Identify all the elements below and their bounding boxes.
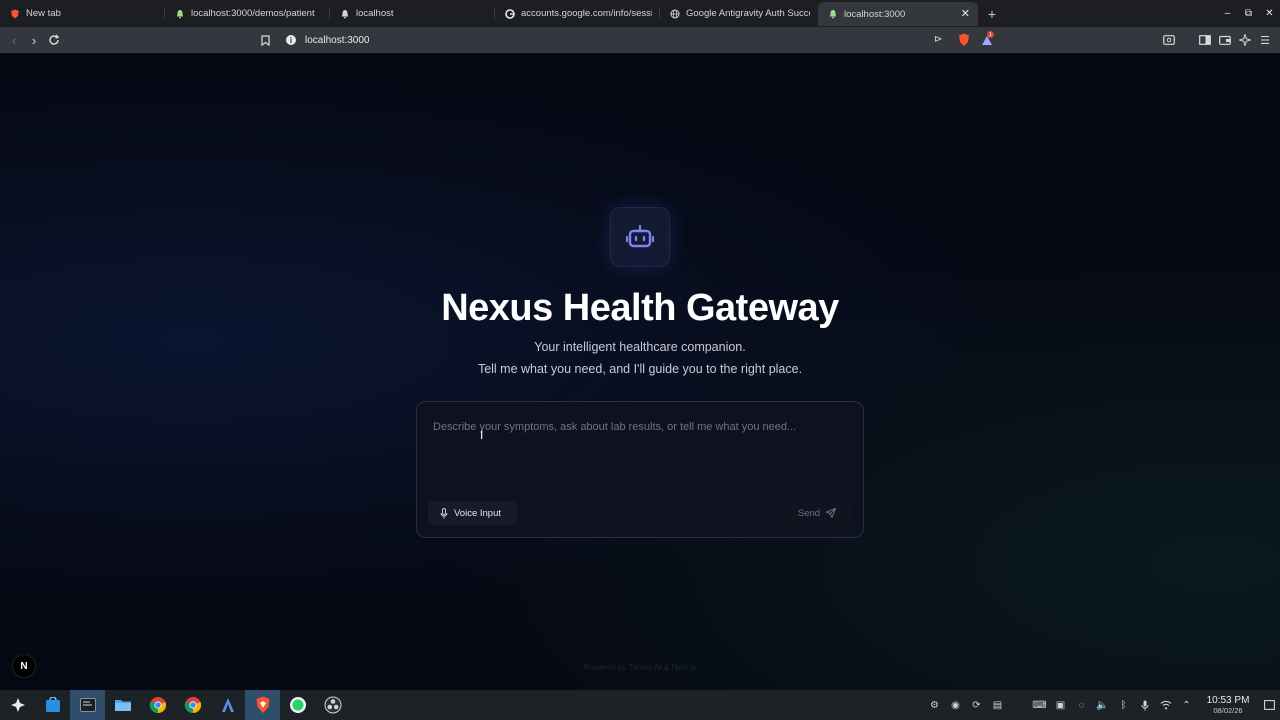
whatsapp-icon[interactable]: [280, 690, 315, 720]
wifi-icon[interactable]: [1155, 690, 1176, 720]
tab-antigravity-auth[interactable]: Google Antigravity Auth Success: [660, 0, 818, 27]
new-tab-button[interactable]: +: [978, 0, 1006, 27]
volume-icon[interactable]: 🔈: [1092, 690, 1113, 720]
send-button[interactable]: Send: [782, 501, 852, 525]
toolbar-right-icons: ☰: [1162, 30, 1272, 50]
chrome-icon[interactable]: [140, 690, 175, 720]
brave-icon: [10, 9, 20, 19]
page-viewport: Nexus Health Gateway Your intelligent he…: [0, 53, 1280, 690]
brave-shields-icon[interactable]: [958, 33, 970, 47]
forward-icon[interactable]: ›: [24, 30, 44, 50]
system-tray: ⚙ ◉ ⟳ ▤ ⌨ ▣ ◌ 🔈 ᛒ ⌃ 10:53 PM 08/02/26: [924, 690, 1280, 720]
updates-icon[interactable]: ◌: [1071, 690, 1092, 720]
tab-title: New tab: [26, 8, 61, 19]
antigravity-icon[interactable]: [210, 690, 245, 720]
globe-icon: [670, 9, 680, 19]
close-window-icon[interactable]: ✕: [1259, 8, 1280, 19]
window-controls: – ⧉ ✕: [1217, 0, 1280, 27]
bot-icon: [610, 207, 670, 267]
back-icon[interactable]: ‹: [4, 30, 24, 50]
google-icon: [505, 8, 515, 19]
nextjs-dev-badge[interactable]: N: [12, 654, 36, 678]
microphone-icon[interactable]: [1134, 690, 1155, 720]
tab-title: Google Antigravity Auth Success: [686, 8, 810, 19]
powered-by-footer: Powered by Tambo AI & Next.js: [584, 663, 696, 672]
tray-app-icon[interactable]: ⚙: [924, 690, 945, 720]
tab-new-tab[interactable]: New tab: [0, 0, 165, 27]
close-icon[interactable]: ✕: [961, 7, 970, 20]
site-info-icon[interactable]: i: [286, 35, 296, 45]
microphone-icon: [440, 507, 448, 519]
tray-expand-icon[interactable]: ⌃: [1176, 690, 1197, 720]
store-icon[interactable]: [35, 690, 70, 720]
obs-tray-icon[interactable]: ◉: [945, 690, 966, 720]
sync-icon[interactable]: ⟳: [966, 690, 987, 720]
brave-icon[interactable]: [245, 690, 280, 720]
subtitle-line-1: Your intelligent healthcare companion.: [534, 340, 746, 354]
terminal-icon[interactable]: [70, 690, 105, 720]
restore-icon[interactable]: ⧉: [1238, 8, 1259, 19]
show-desktop-icon[interactable]: [1259, 690, 1280, 720]
browser-toolbar: ‹ › i localhost:3000 ⊳ 1 ☰: [0, 27, 1280, 53]
reload-icon[interactable]: [44, 30, 64, 50]
wallet-icon[interactable]: [1218, 33, 1232, 47]
menu-icon[interactable]: ☰: [1258, 33, 1272, 47]
chrome-icon[interactable]: [175, 690, 210, 720]
notification-badge: 1: [987, 31, 994, 38]
tab-google-accounts[interactable]: accounts.google.com/info/sessi: [495, 0, 660, 27]
bluetooth-icon[interactable]: ᛒ: [1113, 690, 1134, 720]
clock-date: 08/02/26: [1213, 705, 1243, 715]
tab-title: localhost: [356, 8, 394, 19]
address-url: localhost:3000: [305, 34, 370, 46]
text-cursor-icon: I: [480, 428, 484, 442]
bookmark-icon[interactable]: [258, 32, 272, 48]
clock-time: 10:53 PM: [1206, 694, 1250, 706]
minimize-icon[interactable]: –: [1217, 8, 1238, 19]
tab-localhost-3000-active[interactable]: localhost:3000 ✕: [818, 2, 978, 26]
screenshot-tool-icon[interactable]: ▣: [1050, 690, 1071, 720]
system-clock[interactable]: 10:53 PM 08/02/26: [1201, 694, 1255, 715]
send-icon: [826, 508, 837, 518]
sidebar-icon[interactable]: [1198, 33, 1212, 47]
tab-title: localhost:3000: [844, 8, 906, 20]
cast-icon[interactable]: ⊳: [934, 34, 942, 45]
tab-title: accounts.google.com/info/sessi: [521, 8, 652, 19]
page-title: Nexus Health Gateway: [441, 287, 839, 329]
bell-icon: [828, 9, 838, 19]
screenshot-icon[interactable]: [1162, 33, 1176, 47]
app-launcher-icon[interactable]: [0, 690, 35, 720]
voice-input-button[interactable]: Voice Input: [428, 501, 517, 525]
leo-ai-icon[interactable]: [1238, 33, 1252, 47]
os-taskbar: ⚙ ◉ ⟳ ▤ ⌨ ▣ ◌ 🔈 ᛒ ⌃ 10:53 PM 08/02/26: [0, 690, 1280, 720]
bell-icon: [175, 9, 185, 19]
browser-tab-strip: New tab localhost:3000/demos/patient loc…: [0, 0, 1280, 27]
voice-input-label: Voice Input: [454, 507, 502, 519]
tab-patient-demo[interactable]: localhost:3000/demos/patient: [165, 0, 330, 27]
address-bar[interactable]: i localhost:3000 ⊳ 1: [280, 30, 1000, 50]
prompt-card: Voice Input Send: [416, 401, 864, 538]
clipboard-icon[interactable]: ▤: [987, 690, 1008, 720]
obs-icon[interactable]: [315, 690, 350, 720]
file-manager-icon[interactable]: [105, 690, 140, 720]
keyboard-icon[interactable]: ⌨: [1029, 690, 1050, 720]
tab-localhost[interactable]: localhost: [330, 0, 495, 27]
symptom-input[interactable]: [433, 421, 849, 433]
brave-rewards-icon[interactable]: 1: [980, 31, 994, 47]
subtitle-line-2: Tell me what you need, and I'll guide yo…: [477, 362, 803, 376]
send-label: Send: [797, 507, 821, 519]
tab-title: localhost:3000/demos/patient: [191, 8, 315, 19]
bell-icon: [340, 9, 350, 19]
